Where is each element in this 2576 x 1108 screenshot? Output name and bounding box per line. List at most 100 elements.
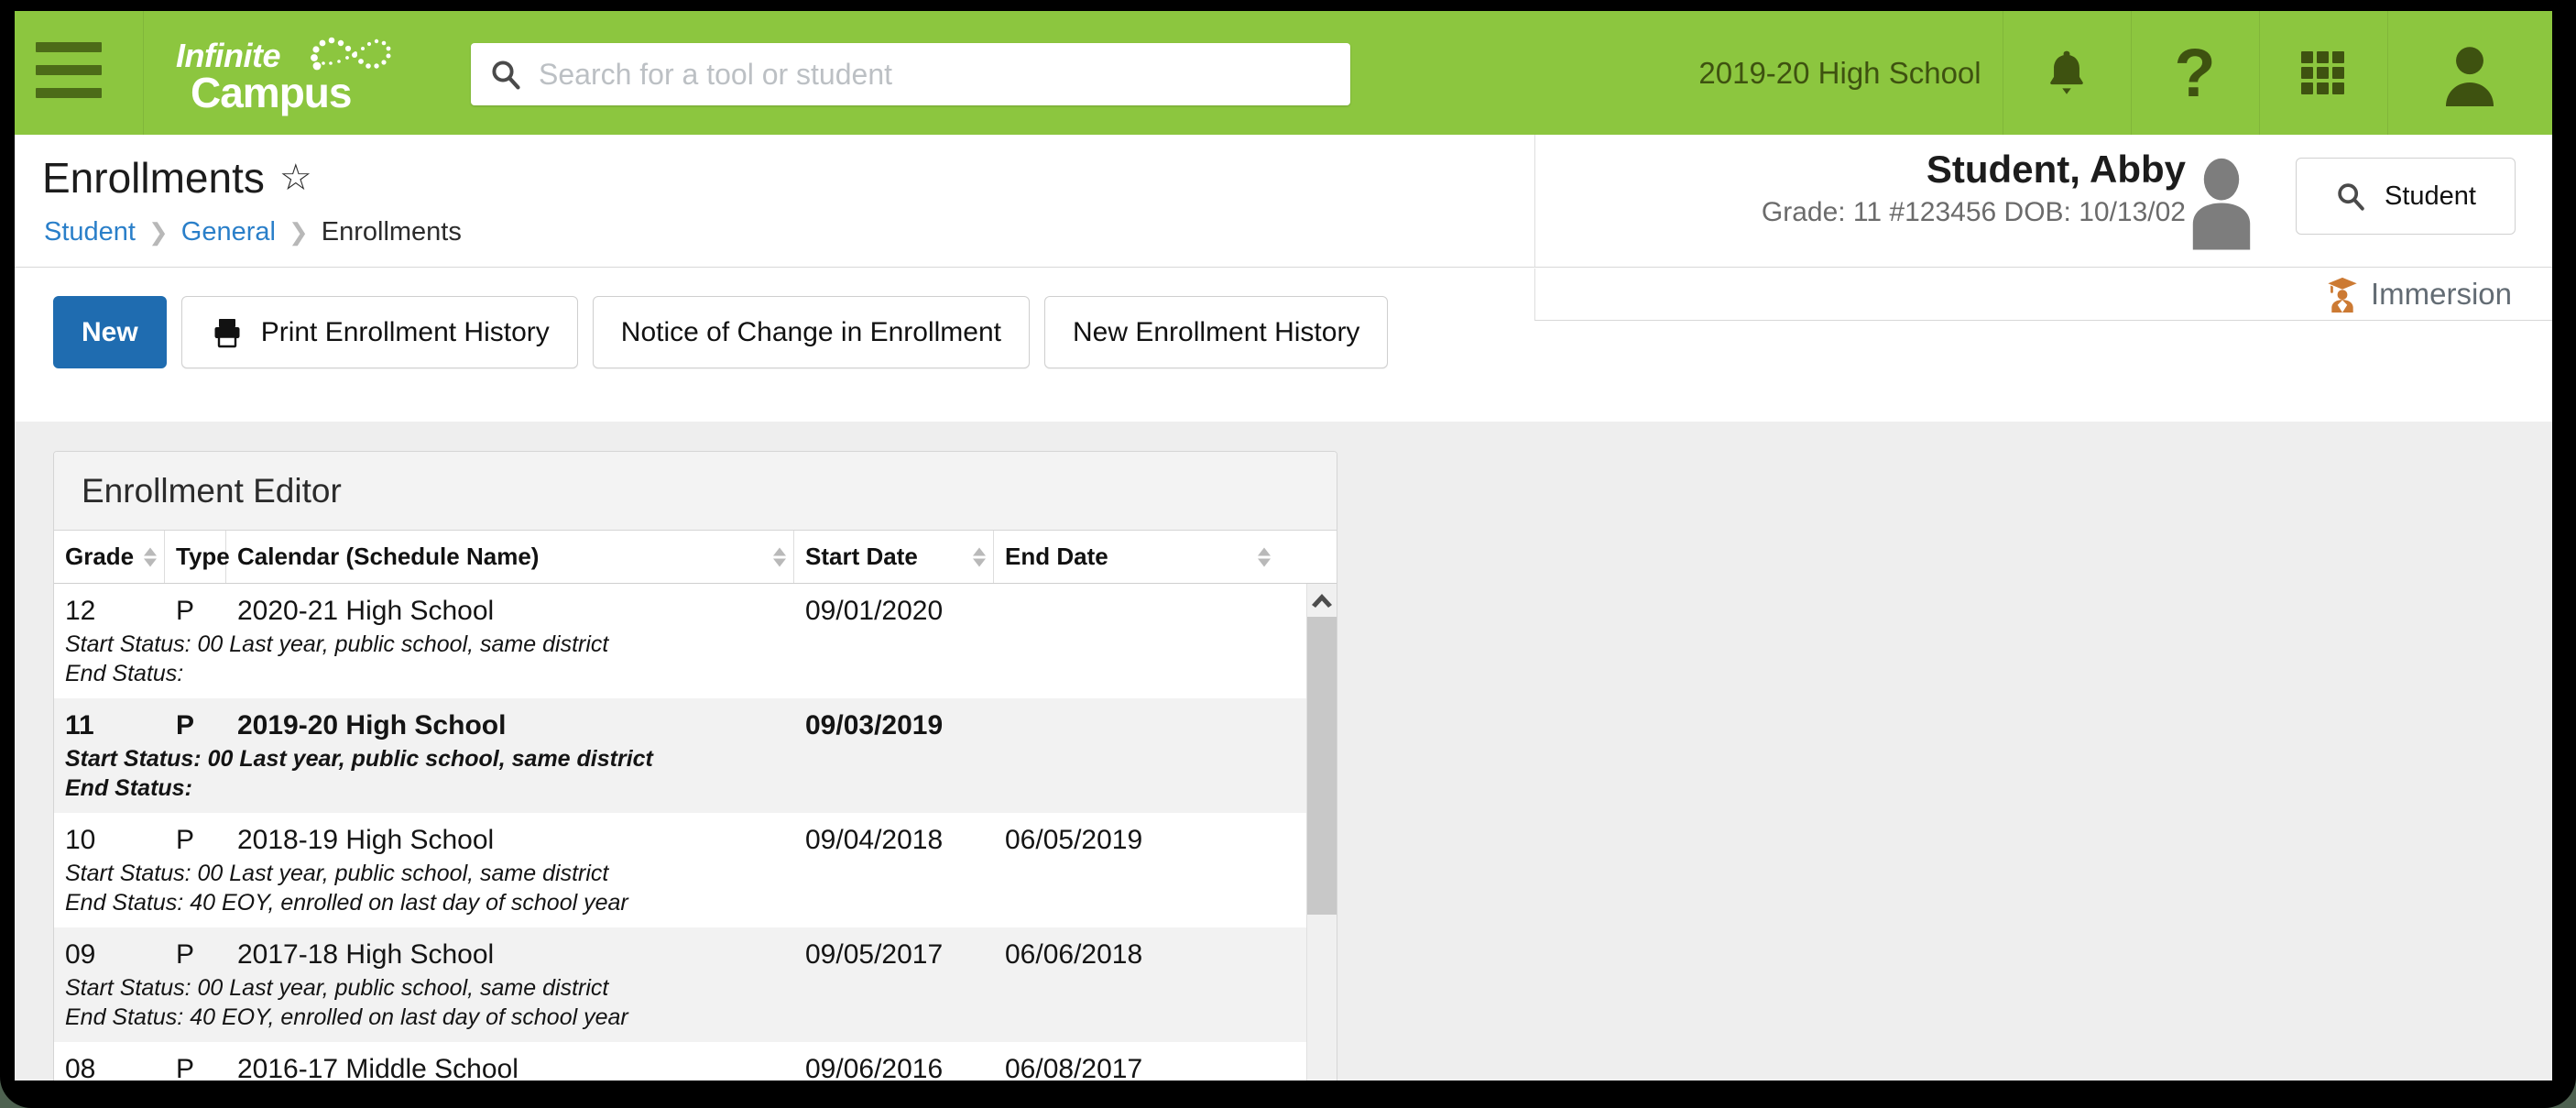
enrollment-editor-card: Enrollment Editor Grade Type Calendar (S… [53,451,1337,1081]
row-spacer [54,917,1337,927]
cell-calendar: 2019-20 High School [237,710,507,740]
infinite-campus-logo: Infinite Campus [169,35,407,116]
new-enrollment-history-button[interactable]: New Enrollment History [1044,296,1389,368]
account-menu-button[interactable] [2387,11,2552,135]
page-title-row: Enrollments ☆ [42,153,312,203]
magnifier-icon [2338,183,2364,211]
cell-end-date: 06/06/2018 [1005,939,1143,970]
student-summary-panel: Student, Abby Grade: 11 #123456 DOB: 10/… [1534,135,2552,268]
column-header-calendar[interactable]: Calendar (Schedule Name) [226,531,794,583]
device-frame: Infinite Campus Search for a tool or stu… [0,0,2576,1108]
enrollment-row[interactable]: 08 P 2016-17 Middle School 09/06/2016 06/08/… [54,1042,1337,1081]
table-scrollbar[interactable] [1306,584,1337,1081]
search-input[interactable] [539,57,1332,92]
row-start-status: Start Status: 00 Last year, public schoo… [65,861,609,886]
column-label: Type [176,543,230,570]
app-screen: Infinite Campus Search for a tool or stu… [15,11,2552,1081]
row-end-status: End Status: 40 EOY, enrolled on last day… [65,889,628,916]
cell-start-date: 09/03/2019 [805,710,944,740]
enrollment-table-header: Grade Type Calendar (Schedule Name) Star… [54,531,1337,584]
column-header-grade[interactable]: Grade [54,531,165,583]
cell-start-date: 09/06/2016 [805,1054,944,1081]
cell-grade: 08 [65,1054,96,1081]
cell-grade: 09 [65,939,96,970]
row-end-status: End Status: 40 EOY, enrolled on last day… [65,1004,628,1030]
print-enrollment-history-button[interactable]: Print Enrollment History [180,296,578,368]
school-year-selector[interactable]: 2019-20 High School [1677,11,2003,135]
enrollment-row[interactable]: 09 P 2017-18 High School 09/05/2017 06/06/20… [54,927,1337,1042]
cell-type: P [176,710,195,740]
column-header-type[interactable]: Type [165,531,230,583]
row-start-status: Start Status: 00 Last year, public schoo… [65,631,609,657]
global-search-box[interactable] [471,43,1350,105]
column-header-start-date[interactable]: Start Date [794,531,994,583]
app-switcher-button[interactable] [2259,11,2387,135]
user-avatar-icon [2445,46,2494,106]
student-search-button-label: Student [2385,181,2476,211]
scrollbar-thumb[interactable] [1307,617,1337,915]
student-avatar-icon [2192,158,2251,250]
breadcrumb-chevron-icon: ❯ [147,218,169,246]
row-start-status: Start Status: 00 Last year, public schoo… [65,975,609,1001]
cell-start-date: 09/01/2020 [805,596,944,626]
graduation-cap-person-icon[interactable] [2325,276,2360,313]
row-spacer [54,1032,1337,1042]
page-title: Enrollments [42,154,265,202]
enrollment-table-body: 12 P 2020-21 High School 09/01/2020 Start S… [54,584,1337,1081]
column-label: Start Date [805,543,918,570]
student-flags-bar: Immersion [1534,269,2552,321]
breadcrumb-chevron-icon: ❯ [288,218,309,246]
sort-arrows-icon[interactable] [1258,547,1271,566]
cell-grade: 10 [65,825,96,855]
question-mark-icon: ? [2174,34,2216,111]
logo-swoosh-icon [311,37,391,71]
hamburger-menu-icon[interactable] [36,42,102,99]
student-name: Student, Abby [1926,148,2186,191]
cell-end-date: 06/08/2017 [1005,1054,1143,1081]
sort-arrows-icon[interactable] [773,547,786,566]
print-enrollment-history-label: Print Enrollment History [260,316,550,347]
cell-calendar: 2018-19 High School [237,825,495,855]
sort-arrows-icon[interactable] [144,547,157,566]
action-toolbar: New Print Enrollment History Notice of C… [15,269,1534,422]
favorite-star-icon[interactable]: ☆ [279,159,312,196]
content-area: Enrollment Editor Grade Type Calendar (S… [15,422,2552,1081]
cell-calendar: 2016-17 Middle School [237,1054,518,1081]
column-label: End Date [1005,543,1108,570]
breadcrumb-item-general[interactable]: General [181,217,276,247]
cell-calendar: 2017-18 High School [237,939,495,970]
breadcrumb-item-current: Enrollments [321,217,462,247]
scroll-up-arrow-icon[interactable] [1307,584,1337,617]
row-start-status: Start Status: 00 Last year, public schoo… [65,746,653,772]
cell-start-date: 09/05/2017 [805,939,944,970]
new-button[interactable]: New [53,296,167,368]
row-spacer [54,803,1337,813]
cell-end-date [994,584,1278,631]
cell-start-date: 09/04/2018 [805,825,944,855]
bell-icon [2050,50,2083,94]
cell-type: P [176,939,195,970]
enrollment-row[interactable]: 11 P 2019-20 High School 09/03/2019 Start S… [54,698,1337,813]
breadcrumb-item-student[interactable]: Student [44,217,136,247]
help-button[interactable]: ? [2131,11,2259,135]
cell-type: P [176,825,195,855]
row-end-status: End Status: [65,774,192,801]
cell-end-date: 06/05/2019 [1005,825,1143,855]
search-icon [489,58,522,91]
grid-apps-icon [2301,50,2344,94]
sort-arrows-icon[interactable] [973,547,986,566]
student-search-button[interactable]: Student [2296,158,2516,235]
app-header-bar: Infinite Campus Search for a tool or stu… [15,11,2552,146]
notifications-bell-icon[interactable] [2003,11,2131,135]
column-label: Grade [65,543,135,570]
cell-grade: 12 [65,596,96,626]
enrollment-row[interactable]: 12 P 2020-21 High School 09/01/2020 Start S… [54,584,1337,698]
breadcrumb: Student ❯ General ❯ Enrollments [44,217,462,247]
row-end-status: End Status: [65,660,184,686]
row-spacer [54,688,1337,698]
notice-of-change-button[interactable]: Notice of Change in Enrollment [592,296,1031,368]
enrollment-row[interactable]: 10 P 2018-19 High School 09/04/2018 06/05/20… [54,813,1337,927]
column-header-end-date[interactable]: End Date [994,531,1278,583]
cell-grade: 11 [65,710,94,740]
printer-icon [214,318,240,347]
